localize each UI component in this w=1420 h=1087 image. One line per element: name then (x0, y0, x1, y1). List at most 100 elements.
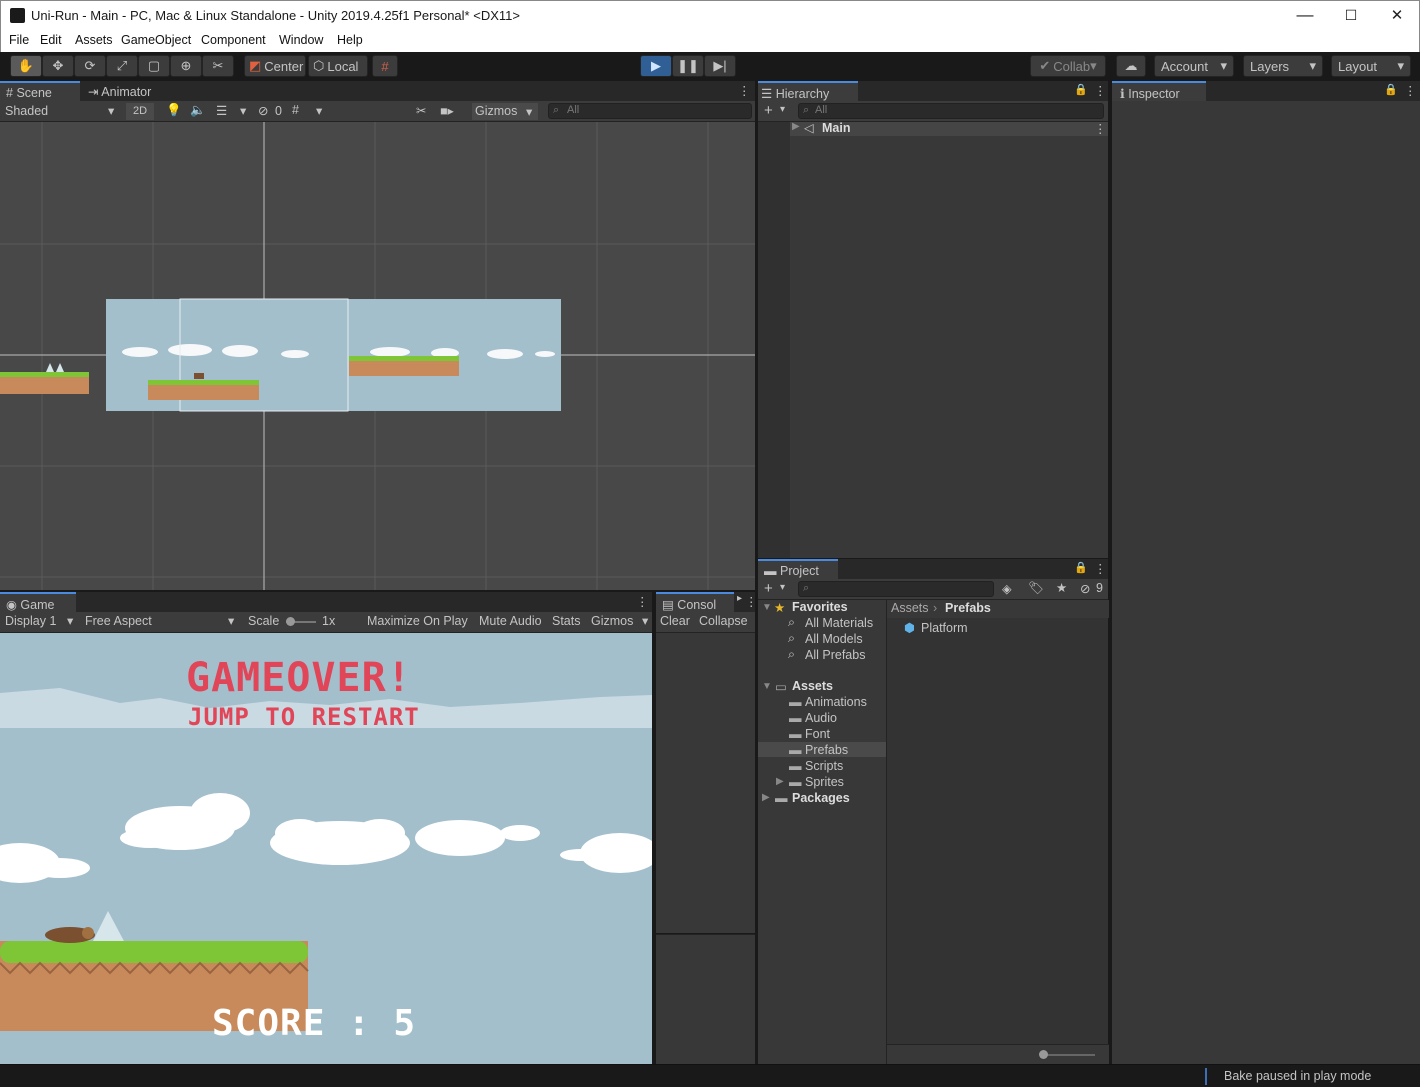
pivot-center-button[interactable]: ◩ Center (244, 55, 306, 77)
row-menu-icon[interactable]: ⋮ (1094, 121, 1107, 136)
icon-size-slider-thumb[interactable] (1039, 1050, 1048, 1059)
minimize-button[interactable]: — (1295, 5, 1315, 25)
clear-button[interactable]: Clear (660, 614, 690, 628)
grid-toggle-icon[interactable]: # (292, 103, 299, 117)
asset-item-platform[interactable]: Platform (921, 621, 968, 635)
scale-slider-thumb[interactable] (286, 617, 295, 626)
project-search-input[interactable]: ⌕ (798, 581, 994, 597)
menu-component[interactable]: Component (201, 33, 266, 47)
mute-audio-toggle[interactable]: Mute Audio (479, 614, 542, 628)
pivot-local-button[interactable]: ⬡ Local (308, 55, 368, 77)
breadcrumb-prefabs[interactable]: Prefabs (945, 601, 991, 615)
play-button[interactable]: ▶ (640, 55, 672, 77)
create-plus-button[interactable]: + (764, 580, 773, 597)
menu-file[interactable]: File (9, 33, 29, 47)
hand-tool-button[interactable]: ✋ (10, 55, 42, 77)
tools-icon[interactable]: ✂ (416, 103, 426, 118)
console-menu-icon[interactable]: ⋮ (745, 594, 758, 609)
lock-icon[interactable]: 🔒 (1074, 561, 1088, 574)
custom-tool-button[interactable]: ✂ (202, 55, 234, 77)
pause-button[interactable]: ❚❚ (672, 55, 704, 77)
menu-help[interactable]: Help (337, 33, 363, 47)
expand-arrow-icon[interactable]: ▶ (776, 776, 784, 787)
scene-viewport[interactable] (0, 122, 755, 590)
hierarchy-menu-icon[interactable]: ⋮ (1094, 83, 1107, 98)
gizmos-dropdown[interactable]: Gizmos ▾ (472, 103, 538, 120)
game-gizmos-toggle[interactable]: Gizmos (591, 614, 633, 628)
folder-animations[interactable]: Animations (805, 695, 867, 709)
folder-font[interactable]: Font (805, 727, 830, 741)
fav-all-models[interactable]: All Models (805, 632, 863, 646)
account-dropdown[interactable]: Account ▾ (1154, 55, 1234, 77)
hierarchy-row-main[interactable]: ▶ ◁ Main ⋮ (790, 121, 1108, 136)
scene-search-input[interactable]: ⌕ All (548, 103, 752, 119)
camera-icon[interactable]: ■▸ (440, 103, 454, 118)
lighting-icon[interactable]: 💡 (166, 103, 182, 118)
filter-type-icon[interactable]: ◈ (1002, 581, 1012, 596)
layers-dropdown[interactable]: Layers ▾ (1243, 55, 1323, 77)
dropdown-arrow-icon[interactable]: ▾ (642, 613, 648, 628)
dropdown-arrow-icon[interactable]: ▾ (780, 104, 785, 115)
tab-inspector[interactable]: ℹ Inspector (1112, 81, 1206, 101)
rect-tool-button[interactable]: ▢ (138, 55, 170, 77)
close-button[interactable]: ✕ (1387, 6, 1407, 24)
transform-tool-button[interactable]: ⊕ (170, 55, 202, 77)
dropdown-arrow-icon[interactable]: ▾ (780, 582, 785, 593)
aspect-dropdown[interactable]: Free Aspect (85, 614, 152, 628)
folder-audio[interactable]: Audio (805, 711, 837, 725)
favorites-header[interactable]: Favorites (792, 600, 848, 614)
maximize-button[interactable]: ☐ (1341, 7, 1361, 24)
tab-hierarchy[interactable]: ☰ Hierarchy (758, 81, 858, 101)
maximize-on-play-toggle[interactable]: Maximize On Play (367, 614, 468, 628)
stats-toggle[interactable]: Stats (552, 614, 581, 628)
display-dropdown[interactable]: Display 1 (5, 614, 56, 628)
cloud-button[interactable]: ☁ (1116, 55, 1146, 77)
menu-gameobject[interactable]: GameObject (121, 33, 191, 47)
menu-window[interactable]: Window (279, 33, 323, 47)
tab-console[interactable]: ▤ Consol (656, 592, 734, 612)
collapse-button[interactable]: Collapse (699, 614, 748, 628)
filter-label-icon[interactable]: 🏷 (1028, 581, 1044, 596)
folder-scripts[interactable]: Scripts (805, 759, 843, 773)
tab-animator[interactable]: ⇥ Animator (82, 81, 157, 101)
fav-all-materials[interactable]: All Materials (805, 616, 873, 630)
tab-scroll-right-icon[interactable]: ▸ (737, 593, 742, 604)
menu-assets[interactable]: Assets (75, 33, 113, 47)
collab-button[interactable]: ✔ Collab ▾ (1030, 55, 1106, 77)
toggle-2d-button[interactable]: 2D (126, 103, 154, 120)
assets-folder[interactable]: Assets (792, 679, 833, 693)
shading-mode-dropdown[interactable]: Shaded (5, 104, 48, 118)
expand-arrow-icon[interactable]: ▶ (762, 792, 770, 803)
layout-dropdown[interactable]: Layout ▾ (1331, 55, 1411, 77)
move-tool-button[interactable]: ✥ (42, 55, 74, 77)
expand-arrow-icon[interactable]: ▶ (792, 121, 800, 132)
tab-project[interactable]: ▬ Project (758, 559, 838, 579)
hidden-packages-icon[interactable]: ⊘ (1080, 581, 1090, 596)
collapse-arrow-icon[interactable]: ▼ (762, 602, 772, 613)
fav-all-prefabs[interactable]: All Prefabs (805, 648, 865, 662)
rotate-tool-button[interactable]: ⟳ (74, 55, 106, 77)
grid-snap-button[interactable]: # (372, 55, 398, 77)
folder-sprites[interactable]: Sprites (805, 775, 844, 789)
project-menu-icon[interactable]: ⋮ (1094, 561, 1107, 576)
scene-menu-icon[interactable]: ⋮ (738, 83, 751, 98)
folder-prefabs[interactable]: Prefabs (805, 743, 848, 757)
game-viewport[interactable]: GAMEOVER! JUMP TO RESTART SCORE : 5 (0, 633, 652, 1064)
dropdown-arrow-icon[interactable]: ▾ (67, 613, 73, 628)
create-plus-button[interactable]: + (764, 102, 773, 119)
hidden-objects-icon[interactable]: ⊘ (258, 103, 268, 118)
inspector-menu-icon[interactable]: ⋮ (1404, 83, 1417, 98)
tab-scene[interactable]: # Scene (0, 81, 80, 101)
icon-size-slider[interactable] (1041, 1054, 1095, 1056)
packages-folder[interactable]: Packages (792, 791, 850, 805)
game-menu-icon[interactable]: ⋮ (636, 594, 649, 609)
tab-game[interactable]: ◉ Game (0, 592, 76, 612)
dropdown-arrow-icon[interactable]: ▾ (228, 613, 234, 628)
audio-icon[interactable]: 🔈 (190, 103, 206, 118)
dropdown-arrow-icon[interactable]: ▾ (240, 103, 246, 118)
breadcrumb-assets[interactable]: Assets (891, 601, 929, 615)
lock-icon[interactable]: 🔒 (1074, 83, 1088, 96)
dropdown-arrow-icon[interactable]: ▾ (316, 103, 322, 118)
lock-icon[interactable]: 🔒 (1384, 83, 1398, 96)
scale-tool-button[interactable]: ⤢ (106, 55, 138, 77)
